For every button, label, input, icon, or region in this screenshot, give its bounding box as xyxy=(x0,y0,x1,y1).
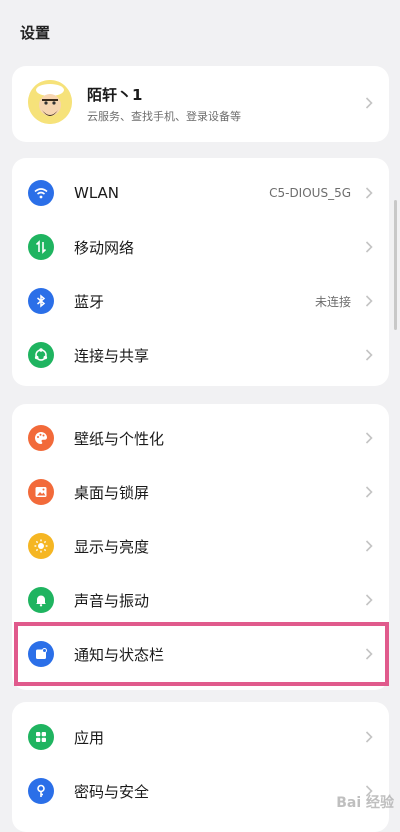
share-icon xyxy=(28,342,54,368)
setting-label: 连接与共享 xyxy=(74,346,150,365)
chevron-right-icon xyxy=(365,731,373,743)
setting-label: 移动网络 xyxy=(74,238,135,257)
connectivity-card: WLAN C5-DIOUS_5G 移动网络 蓝牙 未连接 连接与共享 xyxy=(12,158,389,386)
image-icon xyxy=(28,479,54,505)
cartoon-avatar-icon xyxy=(28,80,72,124)
sun-icon xyxy=(28,533,54,559)
setting-row-display[interactable]: 显示与亮度 xyxy=(12,519,389,573)
setting-label: 声音与振动 xyxy=(74,591,150,610)
watermark: Bai 经验 xyxy=(336,795,394,811)
bell-icon xyxy=(28,587,54,613)
bluetooth-icon xyxy=(28,288,54,314)
chevron-right-icon xyxy=(365,187,373,199)
notification-icon xyxy=(28,641,54,667)
chevron-right-icon xyxy=(365,540,373,552)
setting-row-sound[interactable]: 声音与振动 xyxy=(12,573,389,627)
mobile-data-icon xyxy=(28,234,54,260)
scrollbar[interactable] xyxy=(394,200,397,330)
setting-row-connection-sharing[interactable]: 连接与共享 xyxy=(12,328,389,382)
chevron-right-icon xyxy=(365,241,373,253)
setting-label: 应用 xyxy=(74,728,105,747)
profile-card[interactable]: 陌轩丶1 云服务、查找手机、登录设备等 xyxy=(12,66,389,142)
palette-icon xyxy=(28,425,54,451)
setting-row-notifications[interactable]: 通知与状态栏 xyxy=(12,627,389,681)
profile-subtitle: 云服务、查找手机、登录设备等 xyxy=(87,110,241,123)
setting-label: 显示与亮度 xyxy=(74,537,150,556)
page-title: 设置 xyxy=(20,24,51,42)
setting-row-apps[interactable]: 应用 xyxy=(12,710,389,764)
chevron-right-icon xyxy=(365,486,373,498)
chevron-right-icon xyxy=(365,648,373,660)
setting-row-home-lock[interactable]: 桌面与锁屏 xyxy=(12,465,389,519)
avatar xyxy=(28,80,72,124)
chevron-right-icon xyxy=(365,349,373,361)
chevron-right-icon xyxy=(365,97,373,109)
setting-row-wlan[interactable]: WLAN C5-DIOUS_5G xyxy=(12,166,389,220)
chevron-right-icon xyxy=(365,432,373,444)
setting-label: 壁纸与个性化 xyxy=(74,429,165,448)
personalization-card: 壁纸与个性化 桌面与锁屏 显示与亮度 声音与振动 通知与状态栏 xyxy=(12,404,389,690)
setting-label: 桌面与锁屏 xyxy=(74,483,150,502)
wifi-icon xyxy=(28,180,54,206)
setting-row-bluetooth[interactable]: 蓝牙 未连接 xyxy=(12,274,389,328)
setting-label: 密码与安全 xyxy=(74,782,150,801)
setting-label: 蓝牙 xyxy=(74,292,105,311)
setting-label: 通知与状态栏 xyxy=(74,645,165,664)
setting-value: 未连接 xyxy=(314,294,351,309)
setting-label: WLAN xyxy=(74,184,120,202)
apps-security-card: 应用 密码与安全 xyxy=(12,702,389,832)
setting-row-wallpaper[interactable]: 壁纸与个性化 xyxy=(12,411,389,465)
setting-row-password-security[interactable]: 密码与安全 xyxy=(12,764,389,818)
chevron-right-icon xyxy=(365,594,373,606)
setting-value: C5-DIOUS_5G xyxy=(269,186,351,200)
setting-row-mobile-network[interactable]: 移动网络 xyxy=(12,220,389,274)
profile-name: 陌轩丶1 xyxy=(87,86,143,104)
apps-grid-icon xyxy=(28,724,54,750)
chevron-right-icon xyxy=(365,295,373,307)
profile-row[interactable]: 陌轩丶1 云服务、查找手机、登录设备等 xyxy=(12,66,389,140)
key-icon xyxy=(28,778,54,804)
